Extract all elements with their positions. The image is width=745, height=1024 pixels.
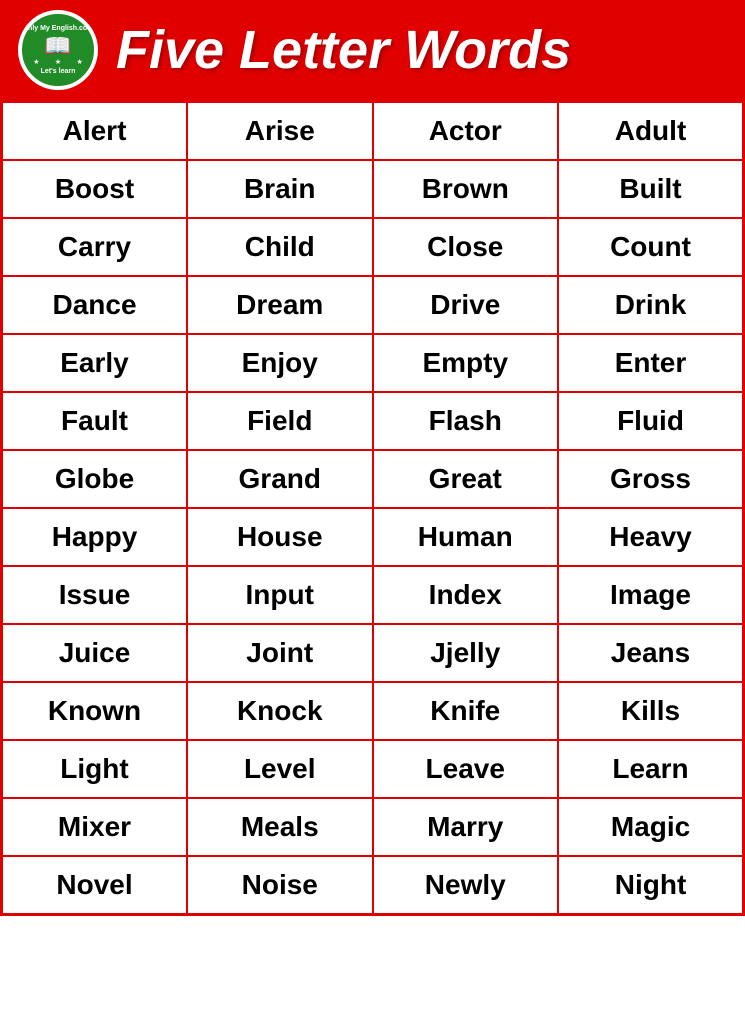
star-icon: ★: [76, 58, 82, 66]
word-cell: Fault: [2, 392, 188, 450]
table-row: MixerMealsMarryMagic: [2, 798, 744, 856]
word-table: AlertAriseActorAdultBoostBrainBrownBuilt…: [0, 100, 745, 916]
table-row: HappyHouseHumanHeavy: [2, 508, 744, 566]
table-row: CarryChildCloseCount: [2, 218, 744, 276]
table-row: NovelNoiseNewlyNight: [2, 856, 744, 915]
word-cell: Image: [558, 566, 744, 624]
word-cell: Drive: [373, 276, 559, 334]
word-cell: Knock: [187, 682, 373, 740]
word-cell: Heavy: [558, 508, 744, 566]
word-cell: Field: [187, 392, 373, 450]
logo-bottom-text: Let's learn: [41, 68, 76, 75]
word-cell: Grand: [187, 450, 373, 508]
word-cell: Actor: [373, 102, 559, 161]
word-cell: Light: [2, 740, 188, 798]
table-row: EarlyEnjoyEmptyEnter: [2, 334, 744, 392]
word-cell: Dance: [2, 276, 188, 334]
word-cell: Index: [373, 566, 559, 624]
word-cell: Enjoy: [187, 334, 373, 392]
page-header: Only My English.com 📖 ★ ★ ★ Let's learn …: [0, 0, 745, 100]
word-cell: Joint: [187, 624, 373, 682]
page-title: Five Letter Words: [116, 19, 571, 81]
word-cell: Close: [373, 218, 559, 276]
word-cell: Child: [187, 218, 373, 276]
word-cell: Alert: [2, 102, 188, 161]
word-cell: Marry: [373, 798, 559, 856]
star-icon: ★: [55, 58, 61, 66]
word-cell: Brown: [373, 160, 559, 218]
table-row: JuiceJointJjellyJeans: [2, 624, 744, 682]
word-cell: Dream: [187, 276, 373, 334]
word-cell: Carry: [2, 218, 188, 276]
word-cell: Globe: [2, 450, 188, 508]
word-cell: Meals: [187, 798, 373, 856]
word-cell: Great: [373, 450, 559, 508]
word-cell: Magic: [558, 798, 744, 856]
table-row: BoostBrainBrownBuilt: [2, 160, 744, 218]
word-cell: Leave: [373, 740, 559, 798]
word-cell: Jjelly: [373, 624, 559, 682]
table-row: AlertAriseActorAdult: [2, 102, 744, 161]
word-cell: Arise: [187, 102, 373, 161]
word-cell: Drink: [558, 276, 744, 334]
logo-stars: ★ ★ ★: [26, 58, 91, 66]
word-cell: Built: [558, 160, 744, 218]
word-cell: Newly: [373, 856, 559, 915]
logo: Only My English.com 📖 ★ ★ ★ Let's learn: [18, 10, 98, 90]
word-cell: Enter: [558, 334, 744, 392]
word-cell: Learn: [558, 740, 744, 798]
word-cell: Level: [187, 740, 373, 798]
word-cell: Novel: [2, 856, 188, 915]
table-row: KnownKnockKnifeKills: [2, 682, 744, 740]
word-cell: Input: [187, 566, 373, 624]
word-cell: Fluid: [558, 392, 744, 450]
table-row: LightLevelLeaveLearn: [2, 740, 744, 798]
word-cell: Flash: [373, 392, 559, 450]
word-cell: Boost: [2, 160, 188, 218]
table-row: IssueInputIndexImage: [2, 566, 744, 624]
word-cell: Human: [373, 508, 559, 566]
word-cell: Mixer: [2, 798, 188, 856]
word-cell: House: [187, 508, 373, 566]
word-cell: Known: [2, 682, 188, 740]
word-cell: Empty: [373, 334, 559, 392]
word-cell: Brain: [187, 160, 373, 218]
table-row: DanceDreamDriveDrink: [2, 276, 744, 334]
word-cell: Early: [2, 334, 188, 392]
word-cell: Kills: [558, 682, 744, 740]
word-cell: Juice: [2, 624, 188, 682]
table-row: GlobeGrandGreatGross: [2, 450, 744, 508]
logo-top-text: Only My English.com: [23, 25, 94, 33]
word-cell: Issue: [2, 566, 188, 624]
word-cell: Happy: [2, 508, 188, 566]
table-row: FaultFieldFlashFluid: [2, 392, 744, 450]
book-icon: 📖: [44, 35, 71, 57]
word-cell: Gross: [558, 450, 744, 508]
word-cell: Knife: [373, 682, 559, 740]
word-cell: Noise: [187, 856, 373, 915]
word-cell: Count: [558, 218, 744, 276]
word-cell: Jeans: [558, 624, 744, 682]
word-cell: Night: [558, 856, 744, 915]
word-cell: Adult: [558, 102, 744, 161]
star-icon: ★: [33, 58, 39, 66]
